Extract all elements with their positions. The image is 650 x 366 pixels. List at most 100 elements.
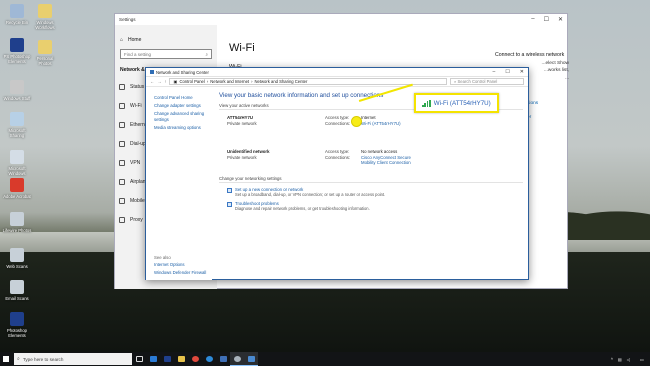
- address-bar: ← → ↑ ▣ Control Panel › Network and Inter…: [146, 77, 528, 87]
- desktop-icon-label: Microsoft Windows: [8, 166, 26, 176]
- network-icon: [150, 70, 154, 74]
- wifi-connection-link[interactable]: Wi-Fi (ATT54rHY7U): [361, 121, 401, 126]
- taskbar-app-edge[interactable]: [202, 352, 216, 366]
- vpn-connection-link-line2[interactable]: Mobility Client Connection: [361, 160, 411, 165]
- settings-search-placeholder: Find a setting: [124, 51, 152, 57]
- callout-pointer-dot: [351, 116, 362, 127]
- chevron-up-icon[interactable]: ^: [611, 357, 613, 362]
- taskbar-app-settings[interactable]: [230, 352, 244, 366]
- nsc-titlebar[interactable]: Network and Sharing Center – ☐ ✕: [146, 68, 528, 77]
- network-icon[interactable]: ▤: [618, 357, 622, 362]
- home-icon: ⌂: [120, 37, 124, 43]
- nav-item-icon: [119, 102, 125, 109]
- desktop-icon[interactable]: Web Scans: [2, 248, 32, 269]
- settings-nav-label: Proxy: [130, 216, 143, 223]
- nav-item-icon: [119, 83, 125, 90]
- desktop-icon-image: [10, 150, 24, 164]
- desktop-icon-image: [10, 80, 24, 94]
- settings-search-input[interactable]: Find a setting ⌕: [120, 49, 212, 59]
- maximize-icon[interactable]: ☐: [505, 69, 509, 75]
- minimize-icon[interactable]: –: [493, 69, 496, 75]
- nav-item-icon: [119, 140, 125, 147]
- gear-icon: [233, 355, 241, 362]
- desktop-icon[interactable]: Microsoft Sharing: [2, 112, 32, 138]
- taskbar-app-chrome[interactable]: [188, 352, 202, 366]
- close-icon[interactable]: ✕: [558, 16, 563, 23]
- settings-home-link[interactable]: ⌂ Home: [115, 25, 217, 43]
- desktop-icon[interactable]: Photoshop Elements: [2, 312, 32, 338]
- taskbar-app-store[interactable]: [146, 352, 160, 366]
- desktop-icon[interactable]: PS Photoshop Elements: [2, 38, 32, 64]
- volume-icon[interactable]: ◁: [627, 357, 630, 362]
- setup-connection-desc: Set up a broadband, dial-up, or VPN conn…: [235, 192, 386, 197]
- access-type-value: Internet: [361, 115, 376, 120]
- desktop-icon[interactable]: Adobe Acrobat: [2, 178, 32, 199]
- desktop-icon-label: Adobe Acrobat: [3, 194, 31, 199]
- taskbar-app-mail[interactable]: [216, 352, 230, 366]
- desktop-icon[interactable]: Windows Stuff: [2, 80, 32, 101]
- desktop-icon-label: PS Photoshop Elements: [3, 54, 31, 64]
- nsc-left-pane: Control Panel Home Change adapter settin…: [146, 88, 212, 280]
- mail-icon: [219, 356, 227, 362]
- desktop-icon-label: Email Scans: [5, 296, 29, 301]
- folder-icon: [177, 356, 185, 362]
- desktop-icon-image: [10, 280, 24, 294]
- search-icon: ⌕: [205, 51, 208, 57]
- taskbar-app-file-explorer[interactable]: [174, 352, 188, 366]
- access-type-value: No network access: [361, 149, 398, 154]
- troubleshoot-task[interactable]: Troubleshoot problems Diagnose and repai…: [227, 201, 523, 211]
- taskbar-search-placeholder: Type here to search: [22, 356, 64, 362]
- settings-titlebar[interactable]: Settings – ☐ ✕: [115, 14, 567, 25]
- settings-nav-label: Wi-Fi: [130, 102, 142, 109]
- nav-item-icon: [119, 216, 125, 223]
- breadcrumb-item[interactable]: Control Panel: [179, 79, 204, 84]
- edge-icon: [205, 356, 213, 362]
- back-arrow-icon[interactable]: ←: [150, 79, 154, 84]
- breadcrumb[interactable]: ▣ Control Panel › Network and Internet › N…: [169, 78, 447, 85]
- network-name: ATT54rHY7U: [227, 115, 253, 120]
- desktop-icon[interactable]: Microsoft Windows: [2, 150, 32, 176]
- desktop-icon[interactable]: Email Scans: [2, 280, 32, 301]
- connections-key: Connections:: [325, 155, 351, 160]
- desktop-icon-image: [10, 4, 24, 18]
- wifi-callout: Wi-Fi (ATT54rHY7U): [414, 93, 499, 113]
- notification-icon[interactable]: ▭: [640, 357, 644, 362]
- desktop-icon[interactable]: Windows Workflows: [30, 4, 60, 30]
- change-adapter-settings-link[interactable]: Change adapter settings: [154, 103, 212, 109]
- control-panel-search-input[interactable]: ⌕ Search Control Panel: [450, 78, 524, 85]
- control-panel-search-placeholder: Search Control Panel: [457, 79, 498, 84]
- forward-arrow-icon[interactable]: →: [157, 79, 161, 84]
- taskbar-app-control-panel[interactable]: [244, 352, 258, 366]
- internet-options-link[interactable]: Internet Options: [154, 262, 206, 268]
- change-advanced-sharing-link[interactable]: Change advanced sharing settings: [154, 111, 212, 122]
- task-view-button[interactable]: [132, 352, 146, 366]
- control-panel-icon: [247, 355, 255, 362]
- media-streaming-link[interactable]: Media streaming options: [154, 125, 212, 131]
- desktop-icon[interactable]: Recycle Bin: [2, 4, 32, 25]
- wifi-callout-label: Wi-Fi (ATT54rHY7U): [433, 99, 491, 107]
- breadcrumb-item[interactable]: Network and Internet: [210, 79, 249, 84]
- control-panel-home-link[interactable]: Control Panel Home: [154, 95, 212, 101]
- desktop-icon[interactable]: Lifewire Photos: [2, 212, 32, 233]
- wifi-signal-icon: [422, 99, 431, 107]
- maximize-icon[interactable]: ☐: [544, 16, 549, 23]
- defender-firewall-link[interactable]: Windows Defender Firewall: [154, 270, 206, 276]
- desktop-icon-image: [10, 112, 24, 126]
- breadcrumb-item[interactable]: Network and Sharing Center: [255, 79, 308, 84]
- nav-item-icon: [119, 197, 125, 204]
- desktop-icon-label: Personal Photos: [36, 56, 54, 66]
- minimize-icon[interactable]: –: [531, 16, 534, 23]
- taskbar-search-box[interactable]: ⌕ Type here to search: [14, 353, 132, 365]
- close-icon[interactable]: ✕: [520, 69, 524, 75]
- desktop-icon-image: [38, 40, 52, 54]
- desktop-icon-image: [10, 178, 24, 192]
- up-arrow-icon[interactable]: ↑: [164, 79, 166, 84]
- start-button[interactable]: [0, 352, 12, 366]
- connections-key: Connections:: [325, 121, 351, 126]
- network-type: Private network: [227, 121, 257, 126]
- desktop-icon-label: Photoshop Elements: [6, 328, 28, 338]
- troubleshoot-desc: Diagnose and repair network problems, or…: [235, 206, 370, 211]
- desktop-icon[interactable]: Personal Photos: [30, 40, 60, 66]
- taskbar-app-photoshop[interactable]: [160, 352, 174, 366]
- setup-connection-task[interactable]: Set up a new connection or network Set u…: [227, 187, 523, 197]
